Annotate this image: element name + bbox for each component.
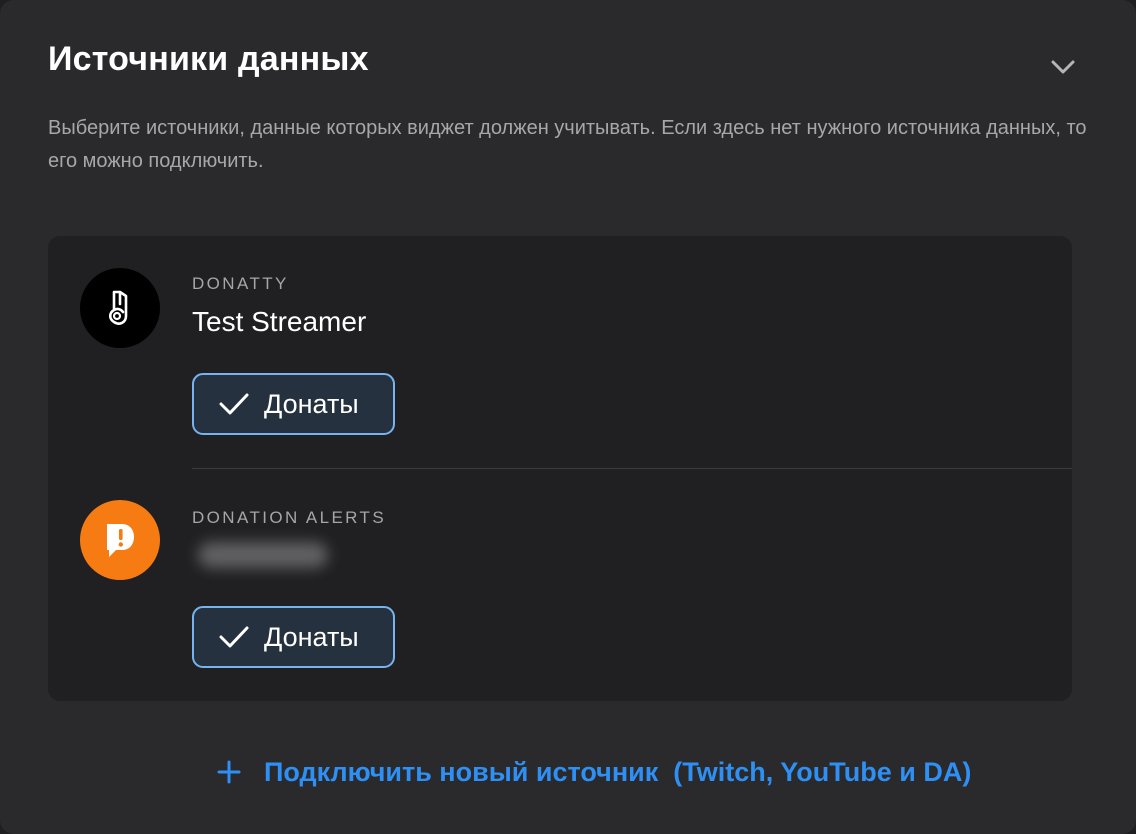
chip-label: Донаты: [264, 388, 359, 419]
chevron-down-icon: [1051, 60, 1075, 74]
source-service-name: DONATTY: [192, 274, 289, 293]
donations-toggle-chip[interactable]: Донаты: [192, 373, 395, 435]
sources-card: DONATTY Test Streamer Донаты DONATION AL…: [48, 236, 1072, 701]
divider: [192, 468, 1072, 469]
source-account-name: Test Streamer: [192, 306, 367, 337]
section-description: Выберите источники, данные которых видже…: [48, 117, 1087, 172]
donatty-logo-icon: [80, 268, 160, 348]
source-service-name: DONATION ALERTS: [192, 508, 387, 527]
donations-toggle-chip[interactable]: Донаты: [192, 606, 395, 668]
connect-new-source-link[interactable]: Подключить новый источник (Twitch, YouTu…: [216, 752, 971, 792]
collapse-button[interactable]: [1046, 50, 1080, 84]
donationalerts-logo-icon: [80, 500, 160, 580]
check-icon: [218, 388, 250, 420]
chip-label: Донаты: [264, 621, 359, 652]
blurred-account-name: [198, 542, 328, 568]
check-icon: [218, 621, 250, 653]
plus-icon: [216, 759, 242, 785]
data-sources-panel: Источники данных Выберите источники, дан…: [0, 0, 1136, 834]
section-title: Источники данных: [48, 40, 369, 78]
connect-label: Подключить новый источник (Twitch, YouTu…: [264, 756, 972, 787]
